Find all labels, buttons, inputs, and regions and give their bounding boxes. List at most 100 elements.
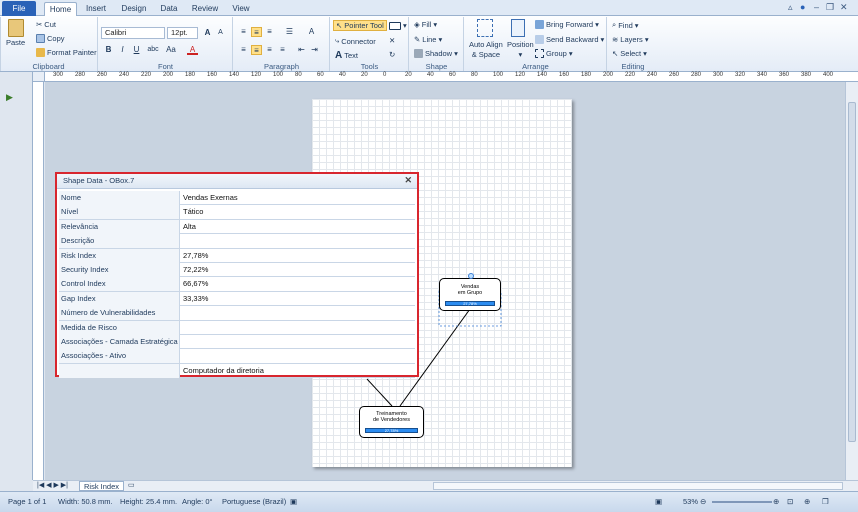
justify-icon[interactable]: ≡	[277, 45, 288, 55]
position-icon[interactable]	[511, 19, 525, 37]
status-language[interactable]: Portuguese (Brazil)	[222, 497, 286, 506]
zoom-in-icon[interactable]: ⊕	[773, 497, 779, 506]
vertical-scroll-thumb[interactable]	[848, 102, 856, 442]
position-button[interactable]: Position ▾	[507, 41, 534, 59]
zoom-out-icon[interactable]: ⊖	[700, 497, 706, 506]
find-button[interactable]: ⌕ Find ▾	[612, 20, 639, 30]
shape-data-value[interactable]: 72,22%	[181, 263, 415, 277]
auto-align-button[interactable]: Auto Align & Space	[469, 41, 503, 59]
rotation-handle-icon[interactable]	[468, 273, 474, 279]
align-middle-icon[interactable]: ≡	[251, 27, 262, 37]
shape-data-value[interactable]: 33,33%	[181, 292, 415, 306]
status-width[interactable]: Width: 50.8 mm.	[58, 497, 113, 506]
bullets-icon[interactable]: ☰	[284, 27, 295, 37]
shape-data-row: Medida de Risco	[59, 320, 415, 335]
switch-windows-icon[interactable]: ❐	[822, 497, 829, 506]
text-tool-button[interactable]: A Text	[335, 50, 358, 61]
tab-data[interactable]: Data	[156, 2, 182, 16]
rotate-tool-button[interactable]: ↻	[389, 50, 395, 59]
tab-file[interactable]: File	[2, 1, 36, 16]
tab-view[interactable]: View	[228, 2, 254, 16]
line-button[interactable]: ✎ Line ▾	[414, 35, 442, 44]
group-button[interactable]: Group ▾	[535, 49, 573, 58]
tab-review[interactable]: Review	[188, 2, 222, 16]
shape-data-value[interactable]	[181, 234, 415, 248]
pan-zoom-icon[interactable]: ⊕	[804, 497, 810, 506]
decrease-indent-icon[interactable]: ⇤	[296, 45, 307, 55]
tab-design[interactable]: Design	[116, 2, 152, 16]
fit-page-icon[interactable]: ⊡	[787, 497, 793, 506]
shape-data-value[interactable]: Alta	[181, 220, 415, 234]
ruler-tick: 340	[757, 72, 768, 78]
vertical-scrollbar[interactable]	[845, 82, 858, 480]
send-backward-button[interactable]: Send Backward ▾	[535, 35, 604, 44]
rectangle-tool-button[interactable]: ▾	[389, 21, 407, 30]
close-icon[interactable]: ✕	[840, 2, 848, 13]
text-direction-icon[interactable]: A	[306, 27, 317, 37]
layers-button[interactable]: ≋ Layers ▾	[612, 35, 649, 44]
status-page[interactable]: Page 1 of 1	[8, 497, 46, 506]
macro-icon[interactable]: ▣	[290, 497, 297, 506]
sheet-tab-risk-index[interactable]: Risk Index	[79, 481, 125, 491]
cut-button[interactable]: ✂ Cut	[36, 20, 56, 29]
align-center-icon[interactable]: ≡	[251, 45, 262, 55]
tab-insert[interactable]: Insert	[80, 2, 112, 16]
shape-data-value[interactable]	[181, 306, 415, 320]
shape-data-value[interactable]	[181, 335, 415, 349]
status-angle[interactable]: Angle: 0°	[182, 497, 213, 506]
help-icon[interactable]: ●	[800, 2, 805, 12]
strikethrough-button[interactable]: abc	[146, 45, 160, 55]
grow-font-icon[interactable]: A	[202, 28, 213, 38]
line-label: Line	[422, 35, 437, 44]
shadow-button[interactable]: Shadow ▾	[414, 49, 458, 58]
copy-button[interactable]: Copy	[36, 34, 65, 43]
sheet-nav-icon[interactable]: |◀ ◀ ▶ ▶|	[37, 481, 68, 489]
font-color-icon[interactable]: A	[187, 45, 198, 55]
ruler-tick: 240	[119, 72, 130, 78]
node-treinamento-de-vendedores[interactable]: Treinamento de Vendedores 27,78%	[359, 406, 424, 438]
italic-button[interactable]: I	[117, 45, 128, 55]
format-painter-button[interactable]: Format Painter	[36, 48, 97, 57]
shape-data-value[interactable]: Vendas Exernas	[181, 191, 415, 205]
status-zoom[interactable]: 53%	[683, 497, 698, 506]
font-name-select[interactable]: Calibri	[101, 27, 165, 39]
align-bottom-icon[interactable]: ≡	[264, 27, 275, 37]
minimize-icon[interactable]: –	[814, 2, 819, 12]
connector-button[interactable]: ⤷ Connector	[335, 36, 376, 46]
close-icon[interactable]: ✕	[404, 175, 412, 186]
horizontal-scrollbar[interactable]	[433, 482, 843, 490]
align-left-icon[interactable]: ≡	[238, 45, 249, 55]
shape-data-key: Security Index	[59, 263, 180, 277]
bold-button[interactable]: B	[103, 45, 114, 55]
font-size-select[interactable]: 12pt.	[167, 27, 198, 39]
restore-icon[interactable]: ❐	[826, 2, 834, 13]
select-button[interactable]: ↖ Select ▾	[612, 49, 647, 58]
minimize-ribbon-icon[interactable]: ▵	[788, 2, 793, 13]
pointer-tool-button[interactable]: ↖ Pointer Tool	[333, 20, 387, 31]
auto-align-icon[interactable]	[477, 19, 493, 37]
tab-home[interactable]: Home	[44, 2, 77, 16]
shape-data-value[interactable]: Tático	[181, 205, 415, 219]
shape-data-value[interactable]	[181, 321, 415, 335]
fill-button[interactable]: ◈ Fill ▾	[414, 20, 437, 29]
shape-data-value[interactable]: 66,67%	[181, 277, 415, 291]
change-case-icon[interactable]: Aa	[163, 45, 179, 55]
status-height[interactable]: Height: 25.4 mm.	[120, 497, 177, 506]
bring-forward-button[interactable]: Bring Forward ▾	[535, 20, 599, 29]
connection-point-button[interactable]: ✕	[389, 36, 395, 45]
underline-button[interactable]: U	[131, 45, 142, 55]
zoom-slider[interactable]	[712, 501, 772, 503]
shape-data-value[interactable]: 27,78%	[181, 249, 415, 263]
shape-data-value[interactable]	[181, 349, 415, 363]
align-right-icon[interactable]: ≡	[264, 45, 275, 55]
shape-data-key: Risk Index	[59, 248, 180, 263]
insert-page-icon[interactable]: ▭	[128, 481, 135, 489]
shape-data-value[interactable]: Computador da diretoria	[181, 364, 415, 378]
node-vendas-em-grupo[interactable]: Vendas em Grupo 27,78%	[439, 273, 501, 311]
paste-button[interactable]: Paste	[6, 19, 25, 47]
expand-shapes-icon[interactable]: ▶	[6, 92, 13, 103]
align-top-icon[interactable]: ≡	[238, 27, 249, 37]
increase-indent-icon[interactable]: ⇥	[309, 45, 320, 55]
view-mode-icon[interactable]: ▣	[655, 497, 662, 506]
shrink-font-icon[interactable]: A	[215, 28, 226, 38]
